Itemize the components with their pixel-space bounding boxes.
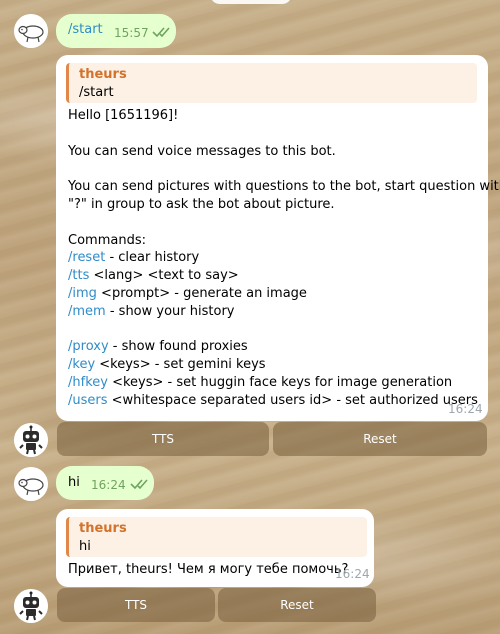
command-link[interactable]: /reset	[68, 250, 105, 265]
command-row: /proxy - show found proxies	[68, 338, 500, 356]
user-avatar[interactable]	[14, 14, 48, 48]
command-row: /img <prompt> - generate an image	[68, 285, 500, 303]
quote-author: theurs	[79, 67, 127, 82]
bot-avatar[interactable]	[14, 423, 48, 457]
greeting-line: Hello [1651196]!	[68, 108, 179, 123]
reply-quote[interactable]: theurs hi	[66, 517, 367, 557]
command-row: /key <keys> - set gemini keys	[68, 356, 500, 374]
command-desc: <prompt> - generate an image	[96, 285, 307, 301]
sheep-avatar-icon	[14, 14, 48, 48]
command-row: /hfkey <keys> - set huggin face keys for…	[68, 374, 500, 392]
command-link[interactable]: /img	[68, 286, 97, 301]
voice-info-line: You can send voice messages to this bot.	[68, 143, 336, 159]
message-time: 16:24	[448, 402, 483, 416]
command-link[interactable]: /proxy	[68, 339, 109, 354]
command-desc: - show found proxies	[108, 339, 248, 355]
command-desc: <lang> <text to say>	[89, 268, 239, 284]
command-row: /users <whitespace separated users id> -…	[68, 392, 500, 410]
reset-button[interactable]: Reset	[273, 422, 487, 456]
tts-button[interactable]: TTS	[57, 422, 269, 456]
pictures-info-line-1: You can send pictures with questions to …	[68, 179, 500, 195]
robot-avatar-icon	[14, 423, 48, 457]
command-desc: <whitespace separated users id> - set au…	[107, 392, 478, 408]
outgoing-message[interactable]: hi 16:24	[56, 466, 154, 500]
command-link[interactable]: /tts	[68, 268, 89, 283]
incoming-message[interactable]: theurs hi Привет, theurs! Чем я могу теб…	[56, 509, 374, 587]
double-check-icon	[152, 26, 172, 42]
message-body: Hello [1651196]! You can send voice mess…	[68, 107, 500, 410]
incoming-message[interactable]: theurs /start Hello [1651196]! You can s…	[56, 55, 500, 421]
command-row: /mem - show your history	[68, 303, 500, 321]
quote-text: hi	[79, 539, 91, 554]
commands-header: Commands:	[68, 232, 146, 248]
sheep-avatar-icon	[14, 467, 48, 501]
message-text: Привет, theurs! Чем я могу тебе помочь?	[68, 562, 349, 577]
robot-avatar-icon	[14, 589, 48, 623]
command-desc: <keys> - set huggin face keys for image …	[107, 374, 453, 390]
quote-text: /start	[79, 85, 114, 100]
command-desc: - show your history	[105, 303, 235, 319]
message-time: 15:57	[114, 26, 149, 40]
command-link[interactable]: /mem	[68, 304, 106, 319]
pictures-info-line-2: "?" in group to ask the bot about pictur…	[68, 196, 335, 212]
user-avatar[interactable]	[14, 467, 48, 501]
command-link[interactable]: /users	[68, 393, 108, 408]
message-text[interactable]: /start	[68, 22, 103, 37]
tts-button[interactable]: TTS	[57, 588, 215, 622]
message-time: 16:24	[91, 478, 126, 492]
message-time: 16:24	[335, 567, 370, 581]
bot-avatar[interactable]	[14, 589, 48, 623]
command-row: /reset - clear history	[68, 249, 500, 267]
reply-quote[interactable]: theurs /start	[66, 63, 477, 103]
outgoing-message[interactable]: /start 15:57	[56, 14, 176, 48]
command-link[interactable]: /key	[68, 357, 95, 372]
previous-message-edge	[210, 0, 292, 4]
message-text: hi	[68, 475, 80, 490]
double-check-icon	[130, 478, 150, 494]
quote-author: theurs	[79, 521, 127, 536]
command-desc: <keys> - set gemini keys	[95, 357, 266, 373]
command-link[interactable]: /hfkey	[68, 375, 108, 390]
command-desc: - clear history	[105, 250, 200, 266]
command-row: /tts <lang> <text to say>	[68, 267, 500, 285]
reset-button[interactable]: Reset	[218, 588, 376, 622]
